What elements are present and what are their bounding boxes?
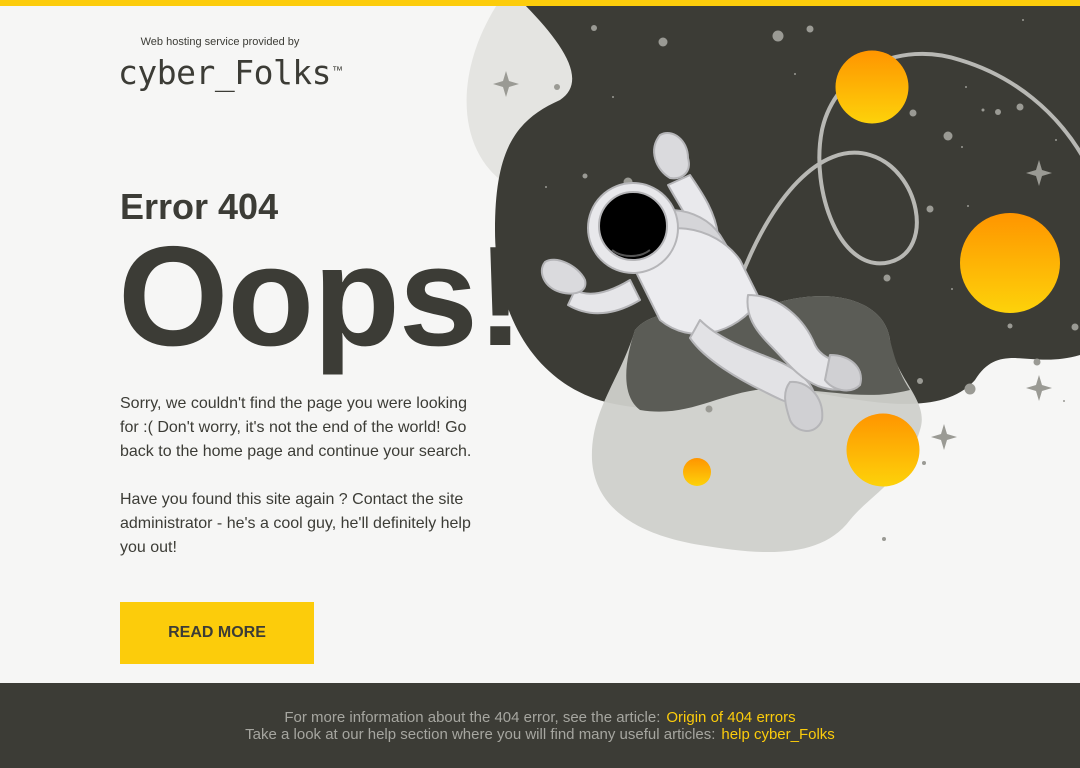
read-more-button[interactable]: READ MORE xyxy=(120,602,314,664)
logo-text: cyber_Folks xyxy=(118,53,332,92)
footer: For more information about the 404 error… xyxy=(0,683,1080,768)
page-headline: Oops! xyxy=(118,217,524,376)
astronaut-space-illustration xyxy=(466,6,1080,553)
planet-large xyxy=(960,213,1060,313)
planet-bottom xyxy=(846,413,920,487)
footer-help-text: Take a look at our help section where yo… xyxy=(245,726,716,743)
trademark-symbol: ™ xyxy=(332,65,343,77)
footer-line-1: For more information about the 404 error… xyxy=(0,709,1080,726)
apology-paragraph: Sorry, we couldn't find the page you wer… xyxy=(120,395,472,460)
provider-block: Web hosting service provided by cyber_Fo… xyxy=(118,36,343,92)
contact-admin-paragraph: Have you found this site again ? Contact… xyxy=(120,491,471,556)
footer-info-text: For more information about the 404 error… xyxy=(284,709,661,726)
cyber-folks-logo[interactable]: cyber_Folks™ xyxy=(118,54,343,92)
footer-line-2: Take a look at our help section where yo… xyxy=(0,726,1080,743)
planet-small-top xyxy=(835,50,909,124)
help-link[interactable]: help cyber_Folks xyxy=(721,726,834,743)
origin-404-link[interactable]: Origin of 404 errors xyxy=(666,709,795,726)
provider-text: Web hosting service provided by xyxy=(140,36,300,48)
planet-tiny xyxy=(683,458,711,486)
